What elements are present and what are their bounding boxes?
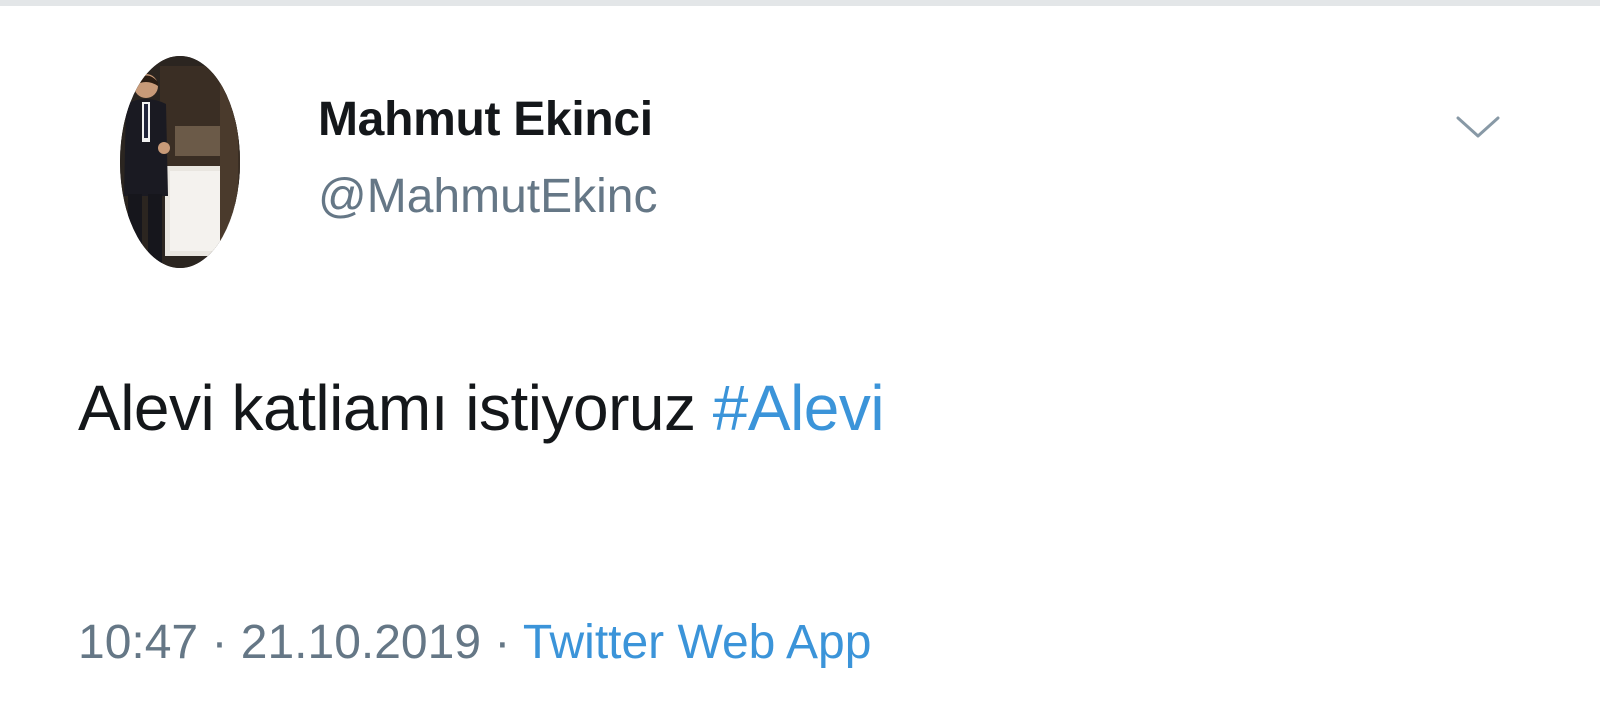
tweet-time: 10:47 — [78, 616, 199, 669]
tweet-body: Alevi katliamı istiyoruz — [78, 372, 713, 444]
tweet-card[interactable]: Mahmut Ekinci @MahmutEkinc Alevi katliam… — [0, 6, 1600, 725]
user-handle[interactable]: @MahmutEkinc — [318, 169, 658, 225]
chevron-down-icon[interactable] — [1448, 106, 1508, 146]
meta-separator: · — [198, 616, 241, 669]
tweet-meta: 10:47 · 21.10.2019 · Twitter Web App — [78, 614, 871, 672]
hashtag-link[interactable]: #Alevi — [713, 372, 885, 444]
avatar[interactable] — [120, 56, 240, 268]
display-name[interactable]: Mahmut Ekinci — [318, 92, 653, 148]
tweet-date[interactable]: 21.10.2019 — [241, 616, 481, 669]
tweet-text: Alevi katliamı istiyoruz #Alevi — [78, 370, 885, 446]
avatar-photo — [120, 56, 240, 268]
meta-separator: · — [481, 616, 523, 669]
source-link[interactable]: Twitter Web App — [523, 616, 872, 669]
